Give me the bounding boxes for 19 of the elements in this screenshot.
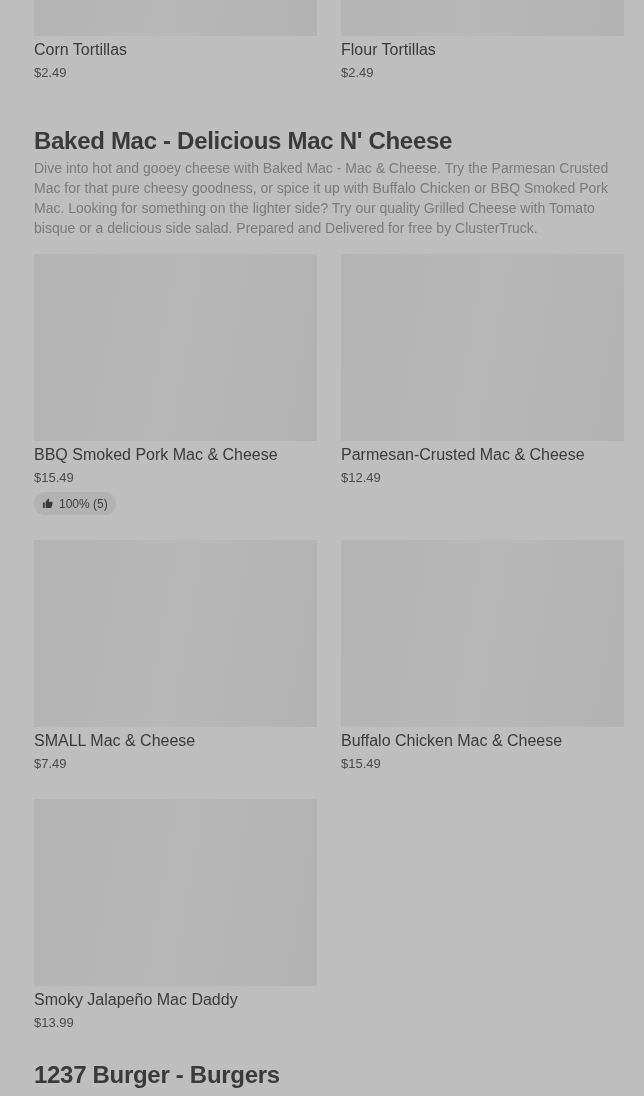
item-price: $2.49 <box>34 64 68 82</box>
item-name[interactable]: Buffalo Chicken Mac & Cheese <box>341 730 624 752</box>
item-name[interactable]: Flour Tortillas <box>341 39 624 61</box>
item-name[interactable]: SMALL Mac & Cheese <box>34 730 317 752</box>
item-price: $12.49 <box>341 469 382 487</box>
item-name[interactable]: BBQ Smoked Pork Mac & Cheese <box>34 444 317 466</box>
item-price: $15.49 <box>34 469 75 487</box>
item-price: $13.99 <box>34 1014 75 1032</box>
item-name[interactable]: Corn Tortillas <box>34 39 317 61</box>
section-heading: 1237 Burger - Burgers <box>34 1061 281 1089</box>
section-description: Dive into hot and gooey cheese with Baked Mac - Mac & Cheese. Try the Parmesan Crusted Mac for that pure cheesy goodness, or spice it up with Buffalo Chicken or BBQ Smoked Pork Mac. Looking for something on the lighter side? Try our quality Grilled Cheese with Tomato bisque or a delicious side salad. Prepared and Delivered for free by ClusterTruck. <box>34 159 610 238</box>
section-heading: Baked Mac - Delicious Mac N' Cheese <box>34 127 454 155</box>
item-price: $7.49 <box>34 755 68 773</box>
item-price: $15.49 <box>341 755 382 773</box>
rating-text: 100% (5) <box>59 496 108 511</box>
item-price: $2.49 <box>341 64 375 82</box>
item-name[interactable]: Parmesan-Crusted Mac & Cheese <box>341 444 624 466</box>
thumbs-up-icon <box>42 498 53 509</box>
item-name[interactable]: Smoky Jalapeño Mac Daddy <box>34 989 317 1011</box>
